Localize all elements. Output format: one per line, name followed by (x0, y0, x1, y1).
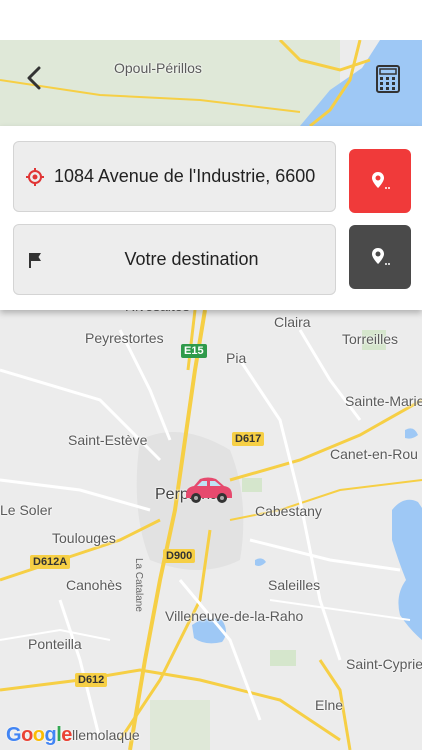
place-label: Toulouges (52, 530, 116, 546)
place-label: Peyrestortes (85, 330, 164, 346)
place-label: Sainte-Marie (345, 393, 422, 409)
road-badge: D612A (30, 555, 71, 569)
place-label: llemolaque (72, 727, 140, 743)
place-label: Saint-Cyprie (346, 656, 422, 672)
destination-placeholder: Votre destination (124, 249, 259, 269)
place-label: Torreilles (342, 331, 399, 347)
road-badge: D617 (232, 432, 265, 446)
calculator-button[interactable] (374, 64, 402, 94)
destination-field[interactable]: Votre destination (13, 224, 336, 295)
place-label: Cabestany (255, 503, 322, 519)
status-bar-area (0, 0, 422, 40)
place-label: Elne (315, 697, 344, 713)
place-label: Claira (274, 314, 311, 330)
flag-icon (29, 252, 41, 268)
place-label: Saint-Estève (68, 432, 148, 448)
road-badge: D612 (75, 673, 108, 687)
place-label: Ponteilla (28, 636, 82, 652)
map-pin-icon (372, 172, 390, 189)
road-badge: E15 (181, 344, 207, 358)
map-pin-icon (372, 248, 390, 265)
place-label: Canet-en-Rou (330, 446, 418, 462)
place-label: Saleilles (268, 577, 321, 593)
origin-address: 1084 Avenue de l'Industrie, 6600 (54, 166, 316, 186)
destination-pick-button[interactable] (349, 225, 411, 289)
place-label: Villeneuve-de-la-Raho (165, 608, 304, 624)
road-badge: D900 (163, 549, 196, 563)
origin-pick-button[interactable] (349, 149, 411, 213)
place-label: Pia (226, 350, 247, 366)
google-logo: Google (6, 724, 72, 746)
place-label: Le Soler (0, 502, 53, 518)
road-label: La Catalane (133, 558, 144, 612)
place-label: Opoul-Périllos (114, 60, 202, 76)
back-button[interactable] (20, 64, 48, 92)
car-marker-icon[interactable] (180, 475, 236, 505)
place-label: Canohès (66, 577, 123, 593)
crosshair-location-icon (26, 167, 44, 186)
origin-field[interactable]: 1084 Avenue de l'Industrie, 6600 (13, 141, 336, 212)
calculator-icon (376, 65, 400, 93)
chevron-left-icon (27, 66, 41, 90)
